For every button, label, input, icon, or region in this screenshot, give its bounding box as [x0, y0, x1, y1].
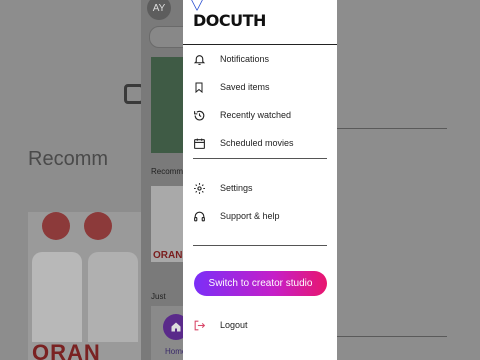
menu-divider — [193, 158, 327, 159]
menu-item-notifications[interactable]: Notifications — [183, 46, 337, 72]
menu-item-recently-watched[interactable]: Recently watched — [183, 102, 337, 128]
bookmark-icon — [191, 79, 207, 95]
menu-item-label: Support & help — [220, 211, 280, 221]
menu-item-settings[interactable]: Settings — [183, 175, 337, 201]
header-divider — [183, 44, 337, 45]
menu-item-label: Recently watched — [220, 110, 292, 120]
logout-label: Logout — [220, 320, 248, 330]
background-blur-right — [337, 0, 480, 360]
menu-divider — [193, 245, 327, 246]
background-recommended-text: Recomm — [28, 148, 109, 170]
brand-logo: ╲╱ DOCUTH — [189, 0, 337, 44]
history-icon — [191, 107, 207, 123]
menu-item-saved-items[interactable]: Saved items — [183, 74, 337, 100]
background-divider — [337, 336, 447, 337]
navigation-drawer: ╲╱ DOCUTH Notifications Saved items Rece… — [183, 0, 337, 360]
background-divider — [337, 128, 447, 129]
menu-item-label: Saved items — [220, 82, 270, 92]
background-blur-left: Recomm ORAN — [0, 0, 141, 360]
bell-icon — [191, 51, 207, 67]
menu-item-logout[interactable]: Logout — [183, 312, 337, 338]
menu-item-scheduled-movies[interactable]: Scheduled movies — [183, 130, 337, 156]
movie-title-text: ORAN — [153, 250, 183, 261]
calendar-icon — [191, 135, 207, 151]
menu-item-support-help[interactable]: Support & help — [183, 203, 337, 229]
menu-item-label: Notifications — [220, 54, 270, 64]
menu-item-label: Scheduled movies — [220, 138, 294, 148]
switch-to-creator-studio-button[interactable]: Switch to creator studio — [194, 271, 327, 296]
background-oran-text: ORAN — [32, 340, 101, 360]
home-icon — [171, 322, 181, 332]
logo-text: DOCUTH — [193, 11, 266, 30]
recommended-heading: Recomm — [151, 167, 184, 176]
background-thumbnail — [28, 212, 141, 360]
logout-icon — [191, 317, 207, 333]
just-arrived-heading: Just — [151, 292, 166, 301]
gear-icon — [191, 180, 207, 196]
tv-antenna-icon: ╲╱ — [191, 0, 204, 11]
headset-icon — [191, 208, 207, 224]
menu-item-label: Settings — [220, 183, 253, 193]
background-calendar-icon — [124, 84, 141, 104]
avatar[interactable]: AY — [147, 0, 171, 20]
